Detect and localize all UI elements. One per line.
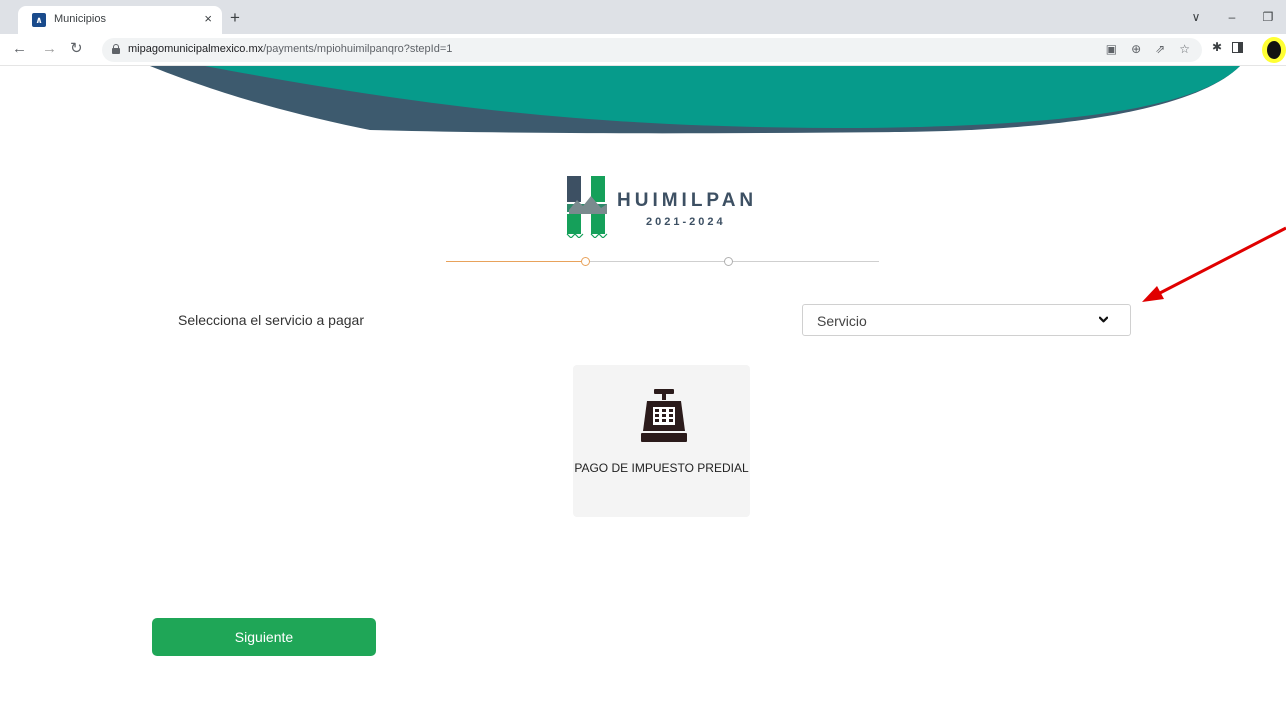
service-card-label: PAGO DE IMPUESTO PREDIAL <box>574 461 749 475</box>
step-2-indicator <box>724 257 733 266</box>
bookmark-star-icon[interactable]: ☆ <box>1179 42 1190 56</box>
share-icon[interactable]: ⇗ <box>1155 42 1165 56</box>
close-tab-icon[interactable]: × <box>204 11 212 26</box>
header-wave-decoration <box>150 66 1240 134</box>
service-card-predial[interactable]: PAGO DE IMPUESTO PREDIAL <box>573 365 750 517</box>
service-dropdown-value: Servicio <box>817 313 867 329</box>
extensions-puzzle-icon[interactable]: ✱ <box>1212 40 1222 54</box>
browser-tab[interactable]: ∧ Municipios × <box>18 6 222 34</box>
forward-arrow-icon[interactable]: → <box>42 41 57 57</box>
profile-avatar[interactable] <box>1262 37 1286 63</box>
browser-tabstrip: ∧ Municipios × + ∨ – ❐ <box>0 0 1286 34</box>
browser-toolbar: ← → ↻ mipagomunicipalmexico.mx/payments/… <box>0 34 1286 66</box>
service-dropdown[interactable]: Servicio <box>802 304 1131 336</box>
chevron-down-icon <box>1099 316 1108 323</box>
restore-icon[interactable]: ❐ <box>1250 10 1286 24</box>
cash-register-icon <box>641 389 687 442</box>
logo-name: HUIMILPAN <box>617 190 758 211</box>
step-progress <box>446 256 879 268</box>
tab-title: Municipios <box>54 13 106 25</box>
omnibox-actions: ▣ ⊕ ⇗ ☆ <box>1106 42 1190 56</box>
step-line-completed <box>446 261 585 262</box>
back-arrow-icon[interactable]: ← <box>12 41 27 57</box>
huimilpan-h-emblem-icon <box>566 176 608 238</box>
window-controls: ∨ – ❐ <box>1178 0 1286 34</box>
service-select-label: Selecciona el servicio a pagar <box>178 312 364 328</box>
extension-area: ✱ <box>1212 40 1244 54</box>
zoom-icon[interactable]: ⊕ <box>1131 42 1141 56</box>
next-button[interactable]: Siguiente <box>152 618 376 656</box>
address-bar[interactable]: mipagomunicipalmexico.mx/payments/mpiohu… <box>102 38 1202 62</box>
lock-icon[interactable] <box>112 44 120 54</box>
step-1-indicator <box>581 257 590 266</box>
page-content: HUIMILPAN 2021-2024 Selecciona el servic… <box>0 66 1286 704</box>
tab-search-icon[interactable]: ∨ <box>1178 10 1214 24</box>
translate-icon[interactable]: ▣ <box>1106 42 1117 56</box>
url-text[interactable]: mipagomunicipalmexico.mx/payments/mpiohu… <box>128 43 452 55</box>
site-favicon-icon: ∧ <box>32 13 46 27</box>
minimize-icon[interactable]: – <box>1214 10 1250 24</box>
reload-icon[interactable]: ↻ <box>70 41 83 57</box>
logo-years: 2021-2024 <box>646 216 726 228</box>
new-tab-icon[interactable]: + <box>230 9 240 26</box>
side-panel-icon[interactable] <box>1232 41 1244 53</box>
municipality-logo: HUIMILPAN 2021-2024 <box>565 174 765 244</box>
